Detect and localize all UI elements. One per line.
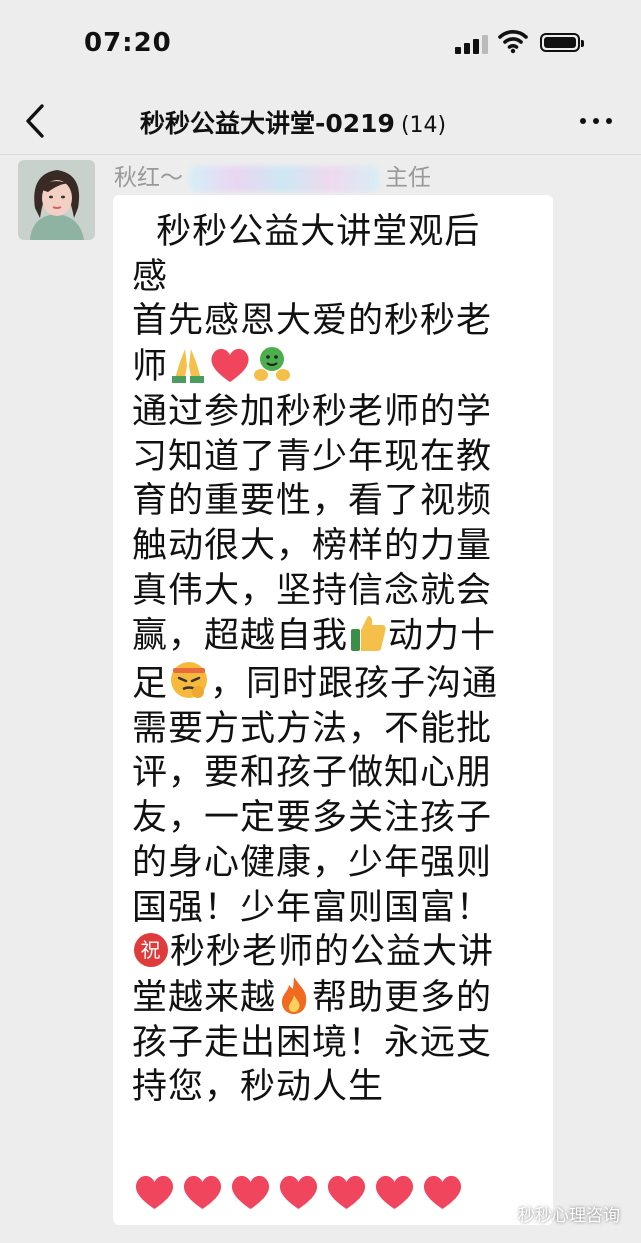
message-line: 真伟大，坚持信念就会	[132, 570, 493, 611]
more-icon[interactable]	[576, 108, 616, 134]
battery-icon	[540, 33, 584, 52]
message-line: 秒秒老师的公益大讲	[170, 932, 495, 973]
message-line: 友，一定要多关注孩子	[132, 798, 493, 839]
message-line: 通过参加秒秒老师的学	[132, 391, 493, 432]
message-line: 堂越来越	[132, 977, 277, 1018]
sender-name-start: 秋红～	[114, 165, 183, 191]
chat-header: 秒秒公益大讲堂-0219 (14)	[0, 88, 641, 155]
message-line: ，同时跟孩子沟通	[210, 664, 499, 705]
message-line: 孩子走出困境！永远支	[132, 1022, 493, 1063]
sender-name-end: 主任	[385, 165, 431, 191]
watermark-text: 秒秒心理咨询	[518, 1206, 620, 1226]
message-text: 秒秒公益大讲堂观后感首先感恩大爱的秒秒老师通过参加秒秒老师的学 习知道了青少年现在…	[132, 210, 552, 1110]
svg-text:祝: 祝	[141, 938, 162, 962]
determined-face-icon	[171, 662, 208, 699]
hearts-row	[132, 1171, 468, 1213]
chat-title: 秒秒公益大讲堂-0219 (14)	[140, 104, 446, 140]
group-name: 秒秒公益大讲堂-0219	[140, 109, 395, 138]
heart-icon	[375, 1175, 414, 1209]
congratulations-icon: 祝	[134, 933, 168, 968]
message-line: 秒秒公益大讲堂观后	[132, 212, 481, 252]
status-bar: 07:20	[0, 0, 641, 88]
watermark: 秒秒心理咨询	[494, 1201, 620, 1226]
heart-icon	[135, 1175, 174, 1209]
message-line: 感	[132, 256, 169, 297]
message-line: 评，要和孩子做知心朋	[132, 753, 493, 794]
message-line: 持您，秒动人生	[132, 1067, 385, 1108]
hugging-face-icon	[254, 347, 291, 382]
wifi-icon	[498, 30, 528, 54]
message-line: 触动很大，榜样的力量	[132, 525, 493, 566]
avatar[interactable]	[18, 160, 95, 240]
blurred-name	[189, 165, 379, 192]
message-line: 师	[132, 347, 169, 388]
heart-icon	[327, 1175, 366, 1209]
message-line: 国强！少年富则国富！	[132, 887, 493, 928]
message-line: 习知道了青少年现在教	[132, 436, 493, 477]
message-line: 首先感恩大爱的秒秒老	[132, 301, 493, 342]
status-time: 07:20	[84, 28, 172, 58]
heart-icon	[279, 1175, 318, 1209]
sender-name: 秋红～ 主任	[114, 158, 431, 192]
member-count: (14)	[400, 113, 447, 138]
message-line: 需要方式方法，不能批	[132, 708, 493, 749]
message-line: 足	[132, 664, 169, 705]
message-line: 育的重要性，看了视频	[132, 481, 493, 522]
heart-icon	[183, 1175, 222, 1209]
heart-icon	[231, 1175, 270, 1209]
fire-icon	[282, 976, 307, 1014]
thumbs-up-icon	[351, 616, 386, 652]
wechat-icon	[494, 1207, 514, 1223]
message-line: 帮助更多的	[312, 977, 493, 1018]
folded-hands-icon	[172, 349, 205, 384]
heart-icon	[423, 1175, 462, 1209]
message-line: 的身心健康，少年强则	[132, 842, 493, 883]
message-line: 赢，超越自我	[132, 616, 349, 657]
heart-icon	[211, 348, 249, 383]
signal-icon	[455, 34, 489, 54]
message-line: 动力十	[388, 616, 497, 657]
chevron-left-icon[interactable]	[18, 98, 54, 144]
